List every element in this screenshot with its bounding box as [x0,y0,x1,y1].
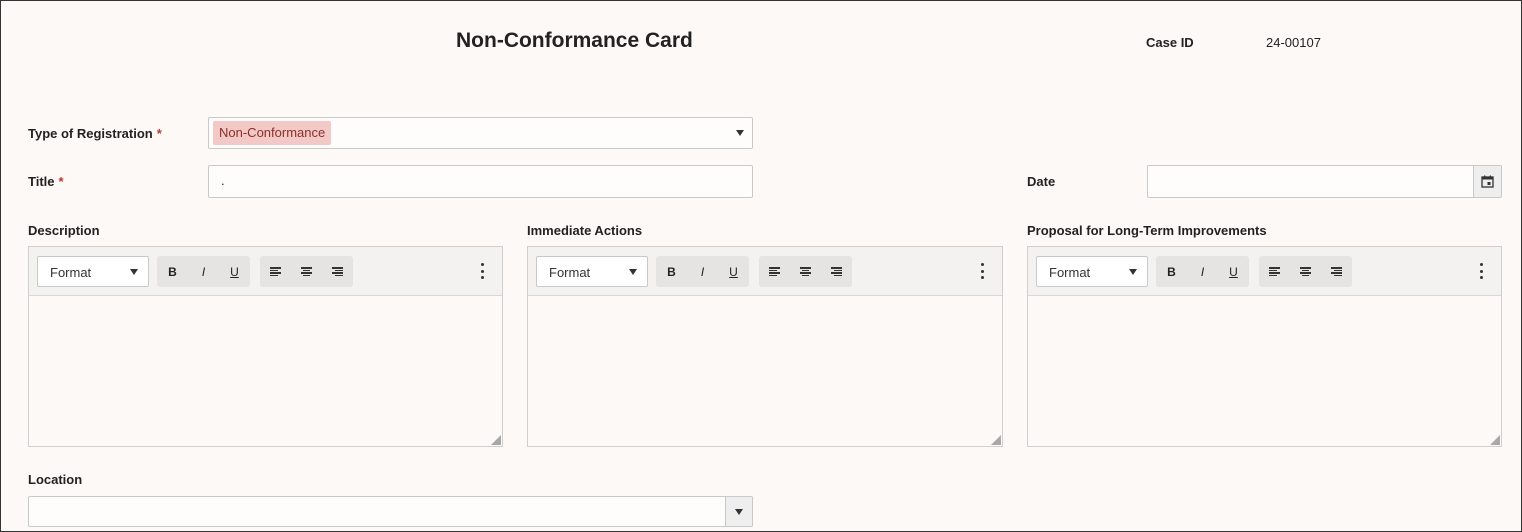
format-dropdown-label: Format [1049,265,1091,280]
italic-button[interactable]: I [1187,256,1218,287]
align-left-icon[interactable] [260,256,291,287]
italic-button[interactable]: I [687,256,718,287]
text-style-group: B I U [1156,256,1249,287]
format-dropdown[interactable]: Format [37,256,149,287]
editor-toolbar: Format B I U [1028,247,1501,296]
align-left-icon[interactable] [759,256,790,287]
description-editor[interactable]: Format B I U [28,246,503,447]
title-label: Title * [28,174,64,189]
format-dropdown-label: Format [50,265,92,280]
chevron-down-icon [130,268,138,275]
format-dropdown[interactable]: Format [1036,256,1148,287]
editor-toolbar: Format B I U [29,247,502,296]
align-right-icon[interactable] [1321,256,1352,287]
text-style-group: B I U [157,256,250,287]
underline-button[interactable]: U [718,256,749,287]
more-vertical-icon[interactable] [1479,263,1483,279]
location-label: Location [28,472,83,487]
calendar-icon[interactable] [1473,166,1501,197]
chevron-down-icon [1129,268,1137,275]
alignment-group [759,256,852,287]
immediate-actions-label: Immediate Actions [527,223,643,238]
alignment-group [260,256,353,287]
bold-button[interactable]: B [1156,256,1187,287]
location-select[interactable] [28,496,753,527]
chevron-down-icon[interactable] [736,130,744,136]
align-center-icon[interactable] [1290,256,1321,287]
title-input-value: . [221,173,225,188]
format-dropdown-label: Format [549,265,591,280]
bold-button[interactable]: B [157,256,188,287]
format-dropdown[interactable]: Format [536,256,648,287]
title-input[interactable]: . [208,165,753,198]
align-center-icon[interactable] [790,256,821,287]
resize-handle-icon[interactable] [991,435,1001,445]
description-label: Description [28,223,100,238]
bold-button[interactable]: B [656,256,687,287]
form-card: Non-Conformance Card Case ID 24-00107 Ty… [0,0,1522,532]
align-center-icon[interactable] [291,256,322,287]
align-right-icon[interactable] [322,256,353,287]
required-mark: * [156,126,162,141]
more-vertical-icon[interactable] [480,263,484,279]
type-of-registration-select[interactable]: Non-Conformance [208,117,753,149]
selected-tag: Non-Conformance [213,121,332,145]
chevron-down-icon[interactable] [725,497,752,526]
case-id-value: 24-00107 [1266,35,1321,50]
chevron-down-icon [629,268,637,275]
long-term-improvements-editor[interactable]: Format B I U [1027,246,1502,447]
align-left-icon[interactable] [1259,256,1290,287]
immediate-actions-editor[interactable]: Format B I U [527,246,1003,447]
long-term-improvements-label: Proposal for Long-Term Improvements [1027,223,1267,238]
title-label-text: Title [28,174,55,189]
type-of-registration-label: Type of Registration * [28,126,162,141]
resize-handle-icon[interactable] [491,435,501,445]
case-id-label: Case ID [1146,35,1194,50]
underline-button[interactable]: U [1218,256,1249,287]
resize-handle-icon[interactable] [1490,435,1500,445]
date-label: Date [1027,174,1056,189]
underline-button[interactable]: U [219,256,250,287]
align-right-icon[interactable] [821,256,852,287]
page-title: Non-Conformance Card [456,29,693,52]
text-style-group: B I U [656,256,749,287]
required-mark: * [58,174,64,189]
more-vertical-icon[interactable] [980,263,984,279]
alignment-group [1259,256,1352,287]
date-input[interactable] [1147,165,1502,198]
editor-toolbar: Format B I U [528,247,1002,296]
type-of-registration-label-text: Type of Registration [28,126,153,141]
italic-button[interactable]: I [188,256,219,287]
